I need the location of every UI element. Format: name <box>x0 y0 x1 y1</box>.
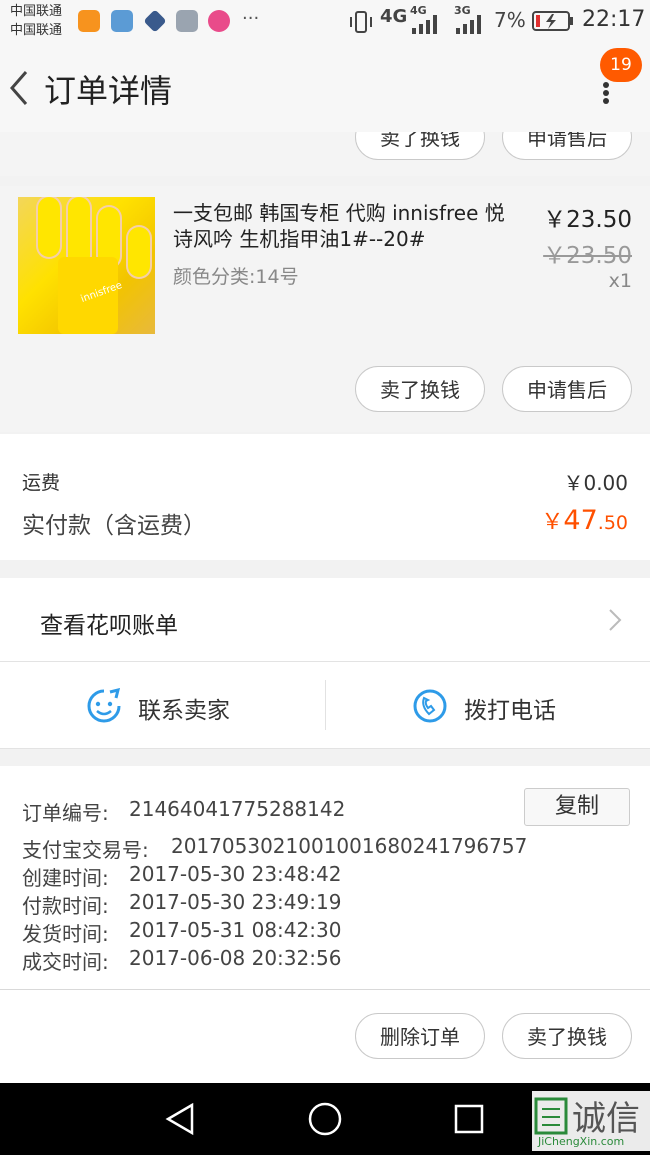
product-original-price: ￥23.50 <box>543 243 632 269</box>
watermark-logo-icon <box>534 1097 568 1135</box>
contact-seller-label: 联系卖家 <box>138 698 230 724</box>
carrier-1: 中国联通 <box>10 4 63 19</box>
created-time-label: 创建时间: <box>22 866 109 890</box>
health-app-icon <box>111 10 133 32</box>
bottom-exchange-button[interactable]: 卖了换钱 <box>502 1013 632 1059</box>
recents-square-icon[interactable] <box>453 1103 485 1135</box>
network-type-1: 4G <box>380 6 408 27</box>
payment-summary: 运费 ￥0.00 实付款（含运费） ￥47.50 <box>0 434 650 560</box>
paid-decimal: .50 <box>597 512 628 534</box>
shipped-time: 2017-05-31 08:42:30 <box>129 918 342 942</box>
battery-percent: 7% <box>494 8 526 32</box>
product-quantity: x1 <box>608 270 632 292</box>
system-nav-bar: 诚信 JiChengXin.com <box>0 1083 650 1155</box>
more-notifications-icon: ··· <box>242 8 260 29</box>
diamond-app-icon <box>143 9 167 33</box>
back-triangle-icon[interactable] <box>164 1102 198 1136</box>
battery-charging-icon <box>532 11 573 31</box>
product-image[interactable]: innisfree <box>18 197 155 334</box>
created-time: 2017-05-30 23:48:42 <box>129 862 342 886</box>
chat-face-icon <box>87 688 121 723</box>
gallery-icon <box>176 10 198 32</box>
bottom-action-bar: 删除订单 卖了换钱 <box>0 990 650 1083</box>
product-price: ￥23.50 <box>543 207 632 233</box>
vibrate-icon <box>350 11 372 33</box>
aftersale-button[interactable]: 申请售后 <box>502 366 632 412</box>
clock: 22:17 <box>582 7 646 32</box>
more-menu-icon[interactable] <box>598 82 614 104</box>
product-title[interactable]: 一支包邮 韩国专柜 代购 innisfree 悦诗风吟 生机指甲油1#--20# <box>173 200 523 252</box>
app-icon <box>208 10 230 32</box>
home-circle-icon[interactable] <box>307 1101 343 1137</box>
contact-row: 联系卖家 拨打电话 <box>0 662 650 748</box>
previous-item-card: 卖了换钱 申请售后 <box>0 132 650 176</box>
prev-exchange-button[interactable]: 卖了换钱 <box>355 132 485 160</box>
carrier-2: 中国联通 <box>10 23 63 38</box>
delete-order-button[interactable]: 删除订单 <box>355 1013 485 1059</box>
chevron-right-icon <box>609 609 622 631</box>
prev-aftersale-button[interactable]: 申请售后 <box>502 132 632 160</box>
paid-integer: 47 <box>563 505 598 536</box>
notification-badge: 19 <box>600 48 642 82</box>
watermark-brand: 诚信 <box>572 1099 640 1139</box>
huabei-label: 查看花呗账单 <box>40 613 178 639</box>
contact-seller-button[interactable]: 联系卖家 <box>0 662 325 748</box>
order-info-card: 订单编号: 21464041775288142 复制 支付宝交易号: 20170… <box>0 766 650 989</box>
done-time-label: 成交时间: <box>22 950 109 974</box>
alipay-no: 2017053021001001680241796757 <box>171 834 528 858</box>
paid-amount: ￥47.50 <box>541 504 628 536</box>
order-number-label: 订单编号: <box>22 801 109 825</box>
signal-icon-1 <box>412 15 437 34</box>
call-button[interactable]: 拨打电话 <box>326 662 650 748</box>
watermark-url: JiChengXin.com <box>538 1135 625 1148</box>
paid-currency: ￥ <box>541 510 564 535</box>
page-title: 订单详情 <box>44 72 173 110</box>
uc-browser-icon <box>78 10 100 32</box>
order-number[interactable]: 21464041775288142 <box>129 797 345 821</box>
back-arrow-icon[interactable] <box>8 70 30 106</box>
watermark: 诚信 JiChengXin.com <box>532 1091 650 1151</box>
paid-time-label: 付款时间: <box>22 894 109 918</box>
status-bar: 中国联通 中国联通 ··· 4G 4G 3G 7% 22:17 <box>0 0 650 44</box>
order-item-card[interactable]: innisfree 一支包邮 韩国专柜 代购 innisfree 悦诗风吟 生机… <box>0 186 650 432</box>
huabei-bill-row[interactable]: 查看花呗账单 <box>0 578 650 661</box>
exchange-button[interactable]: 卖了换钱 <box>355 366 485 412</box>
shipping-label: 运费 <box>22 472 61 494</box>
paid-label: 实付款（含运费） <box>22 513 206 539</box>
signal-icon-2 <box>456 15 481 34</box>
paid-time: 2017-05-30 23:49:19 <box>129 890 342 914</box>
alipay-no-label: 支付宝交易号: <box>22 838 149 862</box>
divider <box>0 748 650 749</box>
copy-button[interactable]: 复制 <box>524 788 630 826</box>
shipping-value: ￥0.00 <box>563 471 628 495</box>
call-label: 拨打电话 <box>464 698 556 724</box>
done-time: 2017-06-08 20:32:56 <box>129 946 342 970</box>
product-variant: 颜色分类:14号 <box>173 266 299 288</box>
shipped-time-label: 发货时间: <box>22 922 109 946</box>
phone-icon <box>413 689 447 723</box>
